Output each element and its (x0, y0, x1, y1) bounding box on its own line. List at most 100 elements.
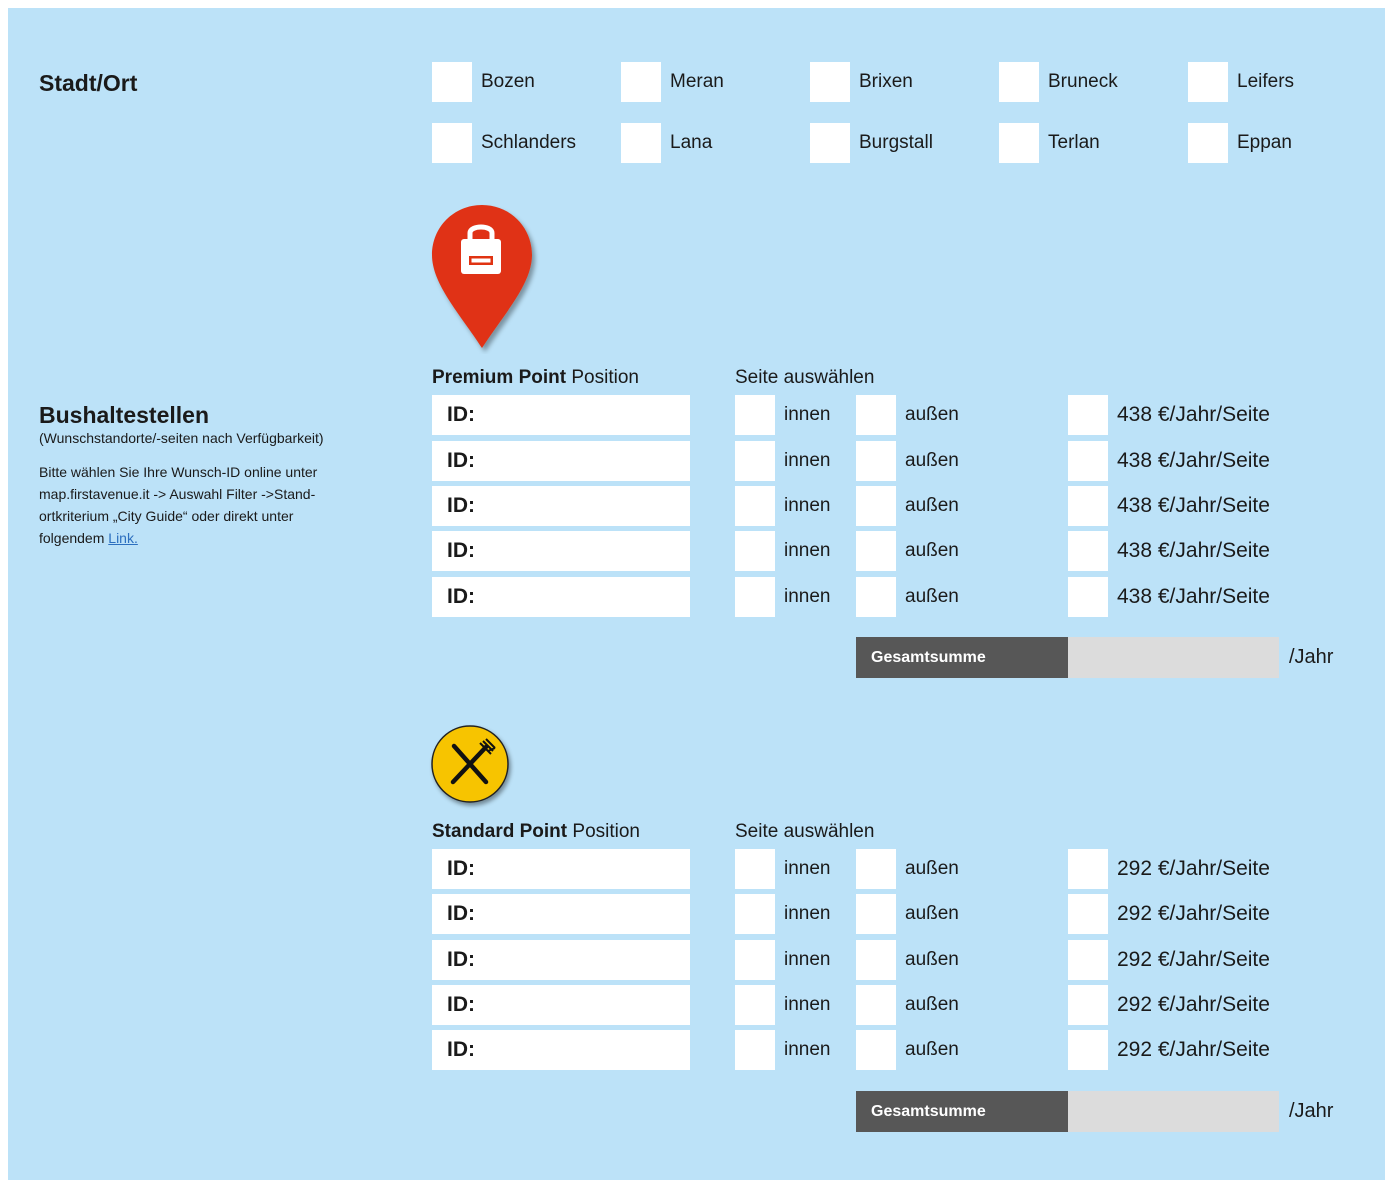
premium-price-checkbox[interactable] (1068, 441, 1108, 481)
premium-id-field[interactable]: ID: (432, 441, 690, 481)
standard-outer-checkbox[interactable] (856, 894, 896, 934)
premium-inner-checkbox[interactable] (735, 531, 775, 571)
premium-outer-checkbox[interactable] (856, 486, 896, 526)
city-checkbox-lana[interactable] (621, 123, 661, 163)
lock-location-pin-icon (432, 205, 532, 348)
city-label: Bozen (481, 71, 535, 92)
city-checkbox-bruneck[interactable] (999, 62, 1039, 102)
premium-inner-checkbox[interactable] (735, 441, 775, 481)
city-checkbox-meran[interactable] (621, 62, 661, 102)
standard-id-field[interactable]: ID: (432, 894, 690, 934)
standard-side-header: Seite auswählen (735, 821, 875, 842)
city-checkbox-terlan[interactable] (999, 123, 1039, 163)
standard-outer-checkbox[interactable] (856, 985, 896, 1025)
standard-title-bold: Standard Point (432, 821, 568, 842)
bus-note-line: ortkriterium „City Guide“ oder direkt un… (39, 508, 294, 524)
bus-heading: Bushaltestellen (39, 402, 209, 428)
premium-side-header: Seite auswählen (735, 367, 875, 388)
standard-inner-checkbox[interactable] (735, 894, 775, 934)
inner-label: innen (784, 858, 831, 879)
premium-inner-checkbox[interactable] (735, 486, 775, 526)
price-label: 292 €/Jahr/Seite (1117, 902, 1270, 925)
premium-outer-checkbox[interactable] (856, 395, 896, 435)
premium-price-checkbox[interactable] (1068, 531, 1108, 571)
standard-price-checkbox[interactable] (1068, 849, 1108, 889)
standard-price-checkbox[interactable] (1068, 940, 1108, 980)
standard-price-checkbox[interactable] (1068, 894, 1108, 934)
standard-outer-checkbox[interactable] (856, 940, 896, 980)
city-checkbox-bozen[interactable] (432, 62, 472, 102)
city-label: Brixen (859, 71, 913, 92)
city-label: Schlanders (481, 132, 577, 153)
outer-label: außen (905, 404, 959, 425)
premium-id-field[interactable]: ID: (432, 395, 690, 435)
standard-total-field[interactable] (1068, 1091, 1279, 1132)
inner-label: innen (784, 404, 831, 425)
outer-label: außen (905, 540, 959, 561)
standard-outer-checkbox[interactable] (856, 849, 896, 889)
standard-outer-checkbox[interactable] (856, 1030, 896, 1070)
outer-label: außen (905, 1039, 959, 1060)
standard-title: Standard Point Position (432, 821, 640, 843)
id-label: ID: (447, 494, 475, 517)
standard-per-year: /Jahr (1289, 1100, 1334, 1122)
id-label: ID: (447, 857, 475, 880)
city-label: Lana (670, 132, 713, 153)
city-checkbox-burgstall[interactable] (810, 123, 850, 163)
standard-inner-checkbox[interactable] (735, 849, 775, 889)
standard-id-field[interactable]: ID: (432, 985, 690, 1025)
city-checkbox-schlanders[interactable] (432, 123, 472, 163)
bus-note-prefix: folgendem (39, 530, 109, 546)
premium-title-bold: Premium Point (432, 367, 567, 388)
premium-id-field[interactable]: ID: (432, 531, 690, 571)
premium-total-field[interactable] (1068, 637, 1279, 678)
premium-price-checkbox[interactable] (1068, 395, 1108, 435)
price-label: 292 €/Jahr/Seite (1117, 993, 1270, 1016)
premium-price-checkbox[interactable] (1068, 486, 1108, 526)
premium-outer-checkbox[interactable] (856, 531, 896, 571)
bus-note-line: map.firstavenue.it -> Auswahl Filter ->S… (39, 486, 316, 502)
premium-per-year: /Jahr (1289, 646, 1334, 668)
premium-outer-checkbox[interactable] (856, 577, 896, 617)
premium-id-field[interactable]: ID: (432, 577, 690, 617)
bus-note-line: Bitte wählen Sie Ihre Wunsch-ID online u… (39, 464, 318, 480)
standard-inner-checkbox[interactable] (735, 1030, 775, 1070)
premium-inner-checkbox[interactable] (735, 577, 775, 617)
inner-label: innen (784, 450, 831, 471)
fork-knife-icon (431, 725, 509, 803)
price-label: 438 €/Jahr/Seite (1117, 585, 1270, 608)
standard-id-field[interactable]: ID: (432, 940, 690, 980)
stadt-heading: Stadt/Ort (39, 70, 138, 96)
city-label: Burgstall (859, 132, 933, 153)
price-label: 438 €/Jahr/Seite (1117, 494, 1270, 517)
standard-price-checkbox[interactable] (1068, 1030, 1108, 1070)
standard-price-checkbox[interactable] (1068, 985, 1108, 1025)
id-label: ID: (447, 1038, 475, 1061)
price-label: 292 €/Jahr/Seite (1117, 948, 1270, 971)
city-checkbox-leifers[interactable] (1188, 62, 1228, 102)
premium-inner-checkbox[interactable] (735, 395, 775, 435)
inner-label: innen (784, 495, 831, 516)
standard-inner-checkbox[interactable] (735, 940, 775, 980)
standard-id-field[interactable]: ID: (432, 849, 690, 889)
standard-id-field[interactable]: ID: (432, 1030, 690, 1070)
bus-subheading: (Wunschstandorte/-seiten nach Verfügbark… (39, 430, 324, 446)
price-label: 292 €/Jahr/Seite (1117, 1038, 1270, 1061)
standard-title-rest: Position (567, 821, 640, 842)
premium-price-checkbox[interactable] (1068, 577, 1108, 617)
inner-label: innen (784, 949, 831, 970)
outer-label: außen (905, 903, 959, 924)
bus-info: Bushaltestellen (Wunschstandorte/-seiten… (39, 402, 379, 549)
standard-inner-checkbox[interactable] (735, 985, 775, 1025)
inner-label: innen (784, 586, 831, 607)
inner-label: innen (784, 994, 831, 1015)
inner-label: innen (784, 1039, 831, 1060)
outer-label: außen (905, 994, 959, 1015)
id-label: ID: (447, 948, 475, 971)
bus-note-link[interactable]: Link. (108, 530, 138, 546)
premium-outer-checkbox[interactable] (856, 441, 896, 481)
price-label: 292 €/Jahr/Seite (1117, 857, 1270, 880)
premium-id-field[interactable]: ID: (432, 486, 690, 526)
city-checkbox-eppan[interactable] (1188, 123, 1228, 163)
city-checkbox-brixen[interactable] (810, 62, 850, 102)
